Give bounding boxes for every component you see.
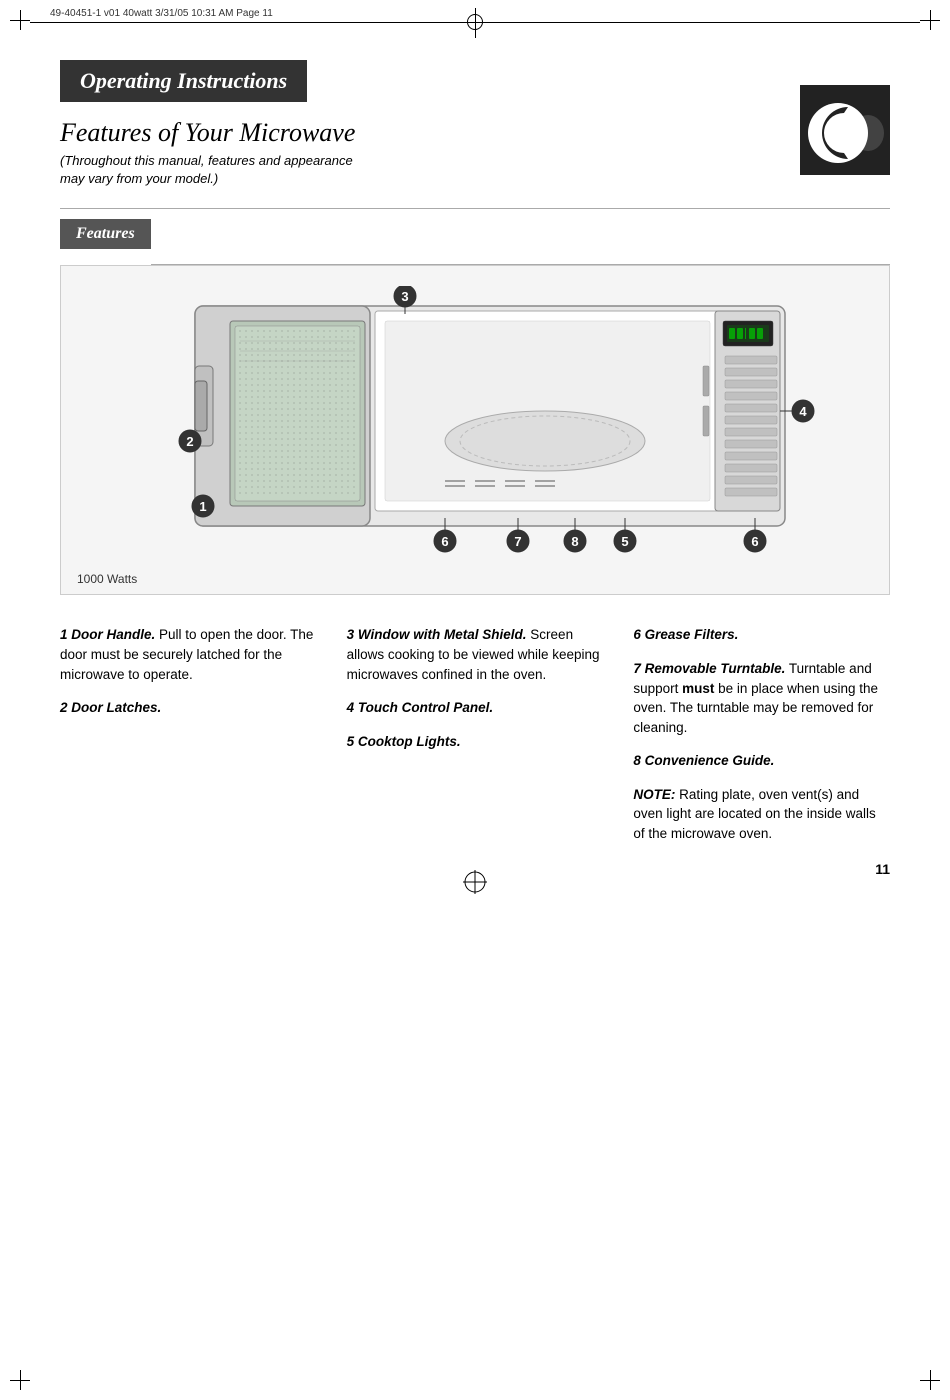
feature-name-4: Touch Control Panel. <box>358 700 493 715</box>
feature-name-3: Window with Metal Shield. <box>358 627 527 642</box>
operating-instructions-header: Operating Instructions <box>60 60 307 102</box>
feature-note: NOTE: Rating plate, oven vent(s) and ove… <box>633 785 890 844</box>
feature-name-2: Door Latches. <box>71 700 161 715</box>
feature-num-3: 3 <box>347 627 358 642</box>
feature-name-6: Grease Filters. <box>645 627 739 642</box>
feature-item-4: 4 Touch Control Panel. <box>347 698 604 718</box>
section-subtitle: (Throughout this manual, features and ap… <box>60 152 890 188</box>
feature-name-7: Removable Turntable. <box>645 661 786 676</box>
features-bar-label: Features <box>76 225 135 242</box>
page-number: 11 <box>875 861 890 877</box>
operating-instructions-title: Operating Instructions <box>80 68 287 93</box>
features-descriptions: 1 Door Handle. Pull to open the door. Th… <box>60 625 890 857</box>
svg-text:5: 5 <box>621 534 628 549</box>
feature-num-8: 8 <box>633 753 644 768</box>
feature-item-8: 8 Convenience Guide. <box>633 751 890 771</box>
svg-text:8: 8 <box>571 534 578 549</box>
microwave-illustration: 1 2 3 4 6 7 <box>135 286 815 556</box>
feature-column-3: 6 Grease Filters. 7 Removable Turntable.… <box>633 625 890 857</box>
printer-mark-text: 49-40451-1 v01 40watt 3/31/05 10:31 AM P… <box>50 8 273 19</box>
svg-text:7: 7 <box>514 534 521 549</box>
feature-num-7: 7 <box>633 661 644 676</box>
feature-num-6: 6 <box>633 627 644 642</box>
feature-column-2: 3 Window with Metal Shield. Screen allow… <box>347 625 604 857</box>
features-section-bar: Features <box>60 219 151 249</box>
feature-item-3: 3 Window with Metal Shield. Screen allow… <box>347 625 604 684</box>
watts-label: 1000 Watts <box>77 572 137 586</box>
svg-text:6: 6 <box>441 534 448 549</box>
bottom-reg-mark <box>463 870 487 897</box>
feature-num-5: 5 <box>347 734 358 749</box>
svg-text:3: 3 <box>401 289 408 304</box>
feature-item-6: 6 Grease Filters. <box>633 625 890 645</box>
feature-num-1: 1 <box>60 627 71 642</box>
microwave-diagram: 1 2 3 4 6 7 <box>60 265 890 595</box>
feature-name-8: Convenience Guide. <box>645 753 775 768</box>
feature-name-5: Cooktop Lights. <box>358 734 461 749</box>
must-text: must <box>682 681 714 696</box>
reg-mark-bl <box>10 1370 30 1390</box>
printer-mark-area: 49-40451-1 v01 40watt 3/31/05 10:31 AM P… <box>0 0 950 30</box>
ce-logo-icon <box>800 85 890 175</box>
ce-logo-container <box>800 85 890 175</box>
feature-item-1: 1 Door Handle. Pull to open the door. Th… <box>60 625 317 684</box>
note-label: NOTE: <box>633 787 675 802</box>
feature-num-4: 4 <box>347 700 358 715</box>
svg-text:1: 1 <box>199 499 206 514</box>
feature-item-2: 2 Door Latches. <box>60 698 317 718</box>
section-title: Features of Your Microwave <box>60 118 890 148</box>
svg-text:2: 2 <box>186 434 193 449</box>
svg-text:6: 6 <box>751 534 758 549</box>
reg-mark-br <box>920 1370 940 1390</box>
feature-num-2: 2 <box>60 700 71 715</box>
feature-column-1: 1 Door Handle. Pull to open the door. Th… <box>60 625 317 857</box>
feature-name-1: Door Handle. <box>71 627 155 642</box>
feature-item-7: 7 Removable Turntable. Turntable and sup… <box>633 659 890 737</box>
svg-text:4: 4 <box>799 404 807 419</box>
feature-item-5: 5 Cooktop Lights. <box>347 732 604 752</box>
